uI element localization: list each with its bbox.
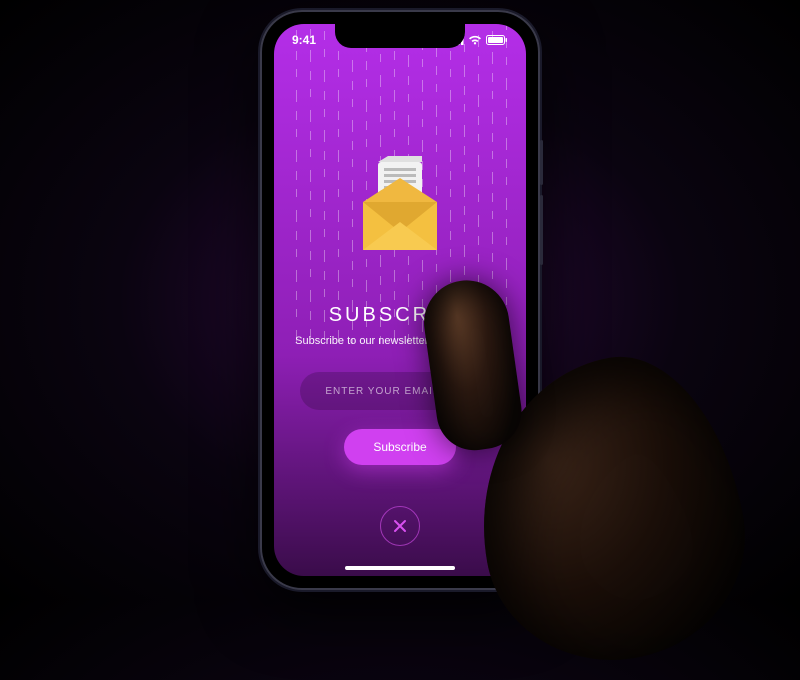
battery-icon [486,35,508,45]
phone-frame: 9:41 [260,10,540,590]
wifi-icon [468,35,482,45]
status-time: 9:41 [292,33,316,47]
home-indicator[interactable] [345,566,455,570]
phone-screen: 9:41 [274,24,526,576]
heading-block: SUBSCRIBE Subscribe to our newsletter & … [274,304,526,347]
page-title: SUBSCRIBE [274,304,526,327]
subscribe-button[interactable]: Subscribe [344,429,456,465]
notch [335,24,465,48]
page-subtitle: Subscribe to our newsletter & stay updat… [274,335,526,347]
envelope-icon [345,154,455,264]
close-button[interactable] [380,506,420,546]
envelope-illustration [274,154,526,264]
close-icon [393,519,407,533]
email-field[interactable] [300,372,500,410]
